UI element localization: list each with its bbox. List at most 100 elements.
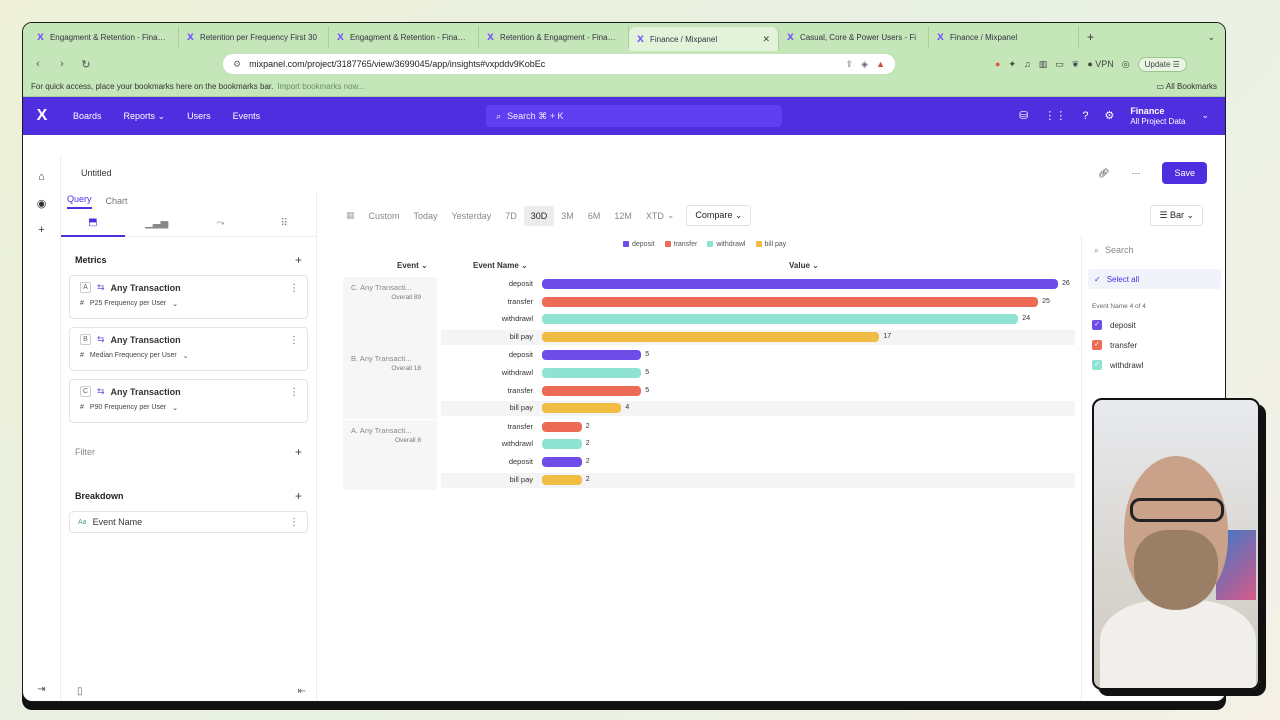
- kebab-icon[interactable]: ⋮: [289, 335, 299, 346]
- settings-gear-icon[interactable]: ⚙: [1104, 109, 1114, 122]
- nav-users[interactable]: Users: [187, 111, 211, 121]
- tab-query[interactable]: Query: [67, 194, 92, 209]
- chevron-down-icon[interactable]: ⌄: [183, 352, 189, 360]
- home-icon[interactable]: ⌂: [38, 171, 45, 183]
- browser-tab[interactable]: ⵝ Engagment & Retention - Finance: [329, 26, 479, 48]
- music-icon[interactable]: ♫: [1024, 59, 1031, 69]
- chevron-down-icon[interactable]: ⌄: [172, 300, 178, 308]
- series-item[interactable]: ✓ deposit: [1088, 320, 1221, 330]
- nav-boards[interactable]: Boards: [73, 111, 102, 121]
- browser-tab[interactable]: ⵝ Engagment & Retention - Finance: [29, 26, 179, 48]
- chart-type-select[interactable]: ☰ Bar ⌄: [1150, 205, 1203, 226]
- import-bookmarks-link[interactable]: Import bookmarks now...: [277, 82, 364, 91]
- chevron-down-icon[interactable]: ⌄: [1201, 110, 1209, 121]
- layout-toggle-icon[interactable]: ▯: [77, 686, 83, 697]
- bar[interactable]: [542, 279, 1058, 289]
- metric-measure[interactable]: Median Frequency per User: [90, 352, 177, 360]
- add-breakdown-icon[interactable]: +: [295, 489, 302, 503]
- legend-item[interactable]: transfer: [664, 241, 697, 248]
- back-icon[interactable]: ‹: [31, 58, 45, 70]
- col-header-event-name[interactable]: Event Name ⌄: [473, 261, 528, 270]
- metric-measure[interactable]: P25 Frequency per User: [90, 300, 166, 308]
- group-label[interactable]: A. Any Transacti... Overall 8: [343, 419, 437, 491]
- date-range-today[interactable]: Today: [407, 206, 445, 226]
- kebab-icon[interactable]: ⋮: [289, 387, 299, 398]
- legend-item[interactable]: bill pay: [755, 241, 786, 248]
- bar[interactable]: [542, 314, 1019, 325]
- date-range-6m[interactable]: 6M: [581, 206, 608, 226]
- url-input[interactable]: ⚙ mixpanel.com/project/3187765/view/3699…: [223, 54, 895, 74]
- bar[interactable]: [542, 439, 582, 450]
- calendar-icon[interactable]: ▦: [339, 205, 362, 226]
- date-range-12m[interactable]: 12M: [607, 206, 639, 226]
- insights-icon[interactable]: ⬒: [61, 211, 125, 237]
- date-range-30d[interactable]: 30D: [523, 205, 555, 226]
- legend-item[interactable]: withdrawl: [707, 241, 746, 248]
- compare-button[interactable]: Compare ⌄: [686, 205, 752, 226]
- checkbox-icon[interactable]: ✓: [1092, 340, 1102, 350]
- link-icon[interactable]: 🔗︎: [1098, 168, 1109, 179]
- select-all-toggle[interactable]: ✓ Select all: [1088, 269, 1221, 289]
- nav-events[interactable]: Events: [233, 111, 261, 121]
- profile-icon[interactable]: ◎: [1122, 59, 1130, 70]
- browser-tab[interactable]: ⵝ Retention & Engagment - Finance: [479, 26, 629, 48]
- tab-chart[interactable]: Chart: [106, 196, 128, 206]
- funnels-icon[interactable]: ▁▃▅: [125, 218, 189, 229]
- plus-icon[interactable]: +: [38, 224, 44, 236]
- metric-measure[interactable]: P90 Frequency per User: [90, 404, 166, 412]
- project-switcher[interactable]: Finance All Project Data: [1130, 106, 1185, 126]
- leaf-icon[interactable]: ❦: [1072, 59, 1080, 70]
- date-range-3m[interactable]: 3M: [554, 206, 581, 226]
- bar[interactable]: [542, 350, 642, 361]
- metric-event-name[interactable]: Any Transaction: [111, 283, 181, 293]
- update-button[interactable]: Update ☰: [1137, 56, 1187, 72]
- group-label[interactable]: C. Any Transacti... Overall 89: [343, 277, 437, 348]
- retention-icon[interactable]: ⠿: [252, 218, 316, 229]
- metric-card[interactable]: A ⇆ Any Transaction # P25 Frequency per User…: [69, 275, 308, 319]
- new-tab-icon[interactable]: +: [1087, 30, 1094, 44]
- metric-event-name[interactable]: Any Transaction: [111, 387, 181, 397]
- reload-icon[interactable]: ↻: [79, 58, 93, 71]
- save-button[interactable]: Save: [1162, 162, 1207, 184]
- bar[interactable]: [542, 368, 642, 378]
- date-range-7d[interactable]: 7D: [498, 206, 524, 226]
- report-title[interactable]: Untitled: [81, 168, 112, 178]
- bar[interactable]: [542, 296, 1039, 307]
- col-header-value[interactable]: Value ⌄: [789, 261, 819, 270]
- tab-search-icon[interactable]: ⌄: [1207, 32, 1215, 43]
- browser-tab[interactable]: ⵝ Casual, Core & Power Users - Fi: [779, 26, 929, 48]
- series-item[interactable]: ✓ withdrawl: [1088, 360, 1221, 370]
- browser-tab[interactable]: ⵝ Finance / Mixpanel: [929, 26, 1079, 48]
- series-search[interactable]: ⌕ Search: [1088, 239, 1221, 261]
- apps-grid-icon[interactable]: ⋮⋮: [1044, 109, 1066, 122]
- more-options-icon[interactable]: ···: [1131, 168, 1140, 178]
- help-icon[interactable]: ?: [1082, 110, 1088, 122]
- date-range-yesterday[interactable]: Yesterday: [445, 206, 499, 226]
- warning-icon[interactable]: ▲: [876, 59, 885, 69]
- metric-event-name[interactable]: Any Transaction: [111, 335, 181, 345]
- forward-icon[interactable]: ›: [55, 58, 69, 70]
- group-label[interactable]: B. Any Transacti... Overall 18: [343, 348, 437, 420]
- browser-tab[interactable]: ⵝ Finance / Mixpanel ✕: [629, 27, 779, 51]
- checkbox-icon[interactable]: ✓: [1092, 360, 1102, 370]
- breakdown-item[interactable]: Aa Event Name ⋮: [69, 511, 308, 533]
- series-item[interactable]: ✓ transfer: [1088, 340, 1221, 350]
- sidebar-toggle-icon[interactable]: ▥: [1039, 59, 1048, 70]
- chevron-down-icon[interactable]: ⌄: [172, 404, 178, 412]
- wallet-icon[interactable]: ▭: [1055, 59, 1064, 70]
- date-range-custom[interactable]: Custom: [362, 206, 407, 226]
- vpn-toggle[interactable]: ● VPN: [1087, 59, 1113, 69]
- mixpanel-logo[interactable]: X: [23, 107, 61, 125]
- add-metric-icon[interactable]: +: [295, 253, 302, 267]
- bar[interactable]: [542, 403, 622, 414]
- database-icon[interactable]: ⛁: [1019, 109, 1028, 122]
- checkbox-icon[interactable]: ✓: [1092, 320, 1102, 330]
- bar[interactable]: [542, 457, 582, 467]
- site-info-icon[interactable]: ⚙: [233, 59, 241, 70]
- expand-icon[interactable]: ⇥: [37, 684, 45, 695]
- collapse-panel-icon[interactable]: ⇤: [298, 686, 306, 697]
- kebab-icon[interactable]: ⋮: [289, 283, 299, 294]
- all-bookmarks-button[interactable]: ▭ All Bookmarks: [1157, 82, 1217, 91]
- col-header-event[interactable]: Event ⌄: [397, 261, 428, 270]
- legend-item[interactable]: deposit: [623, 241, 655, 248]
